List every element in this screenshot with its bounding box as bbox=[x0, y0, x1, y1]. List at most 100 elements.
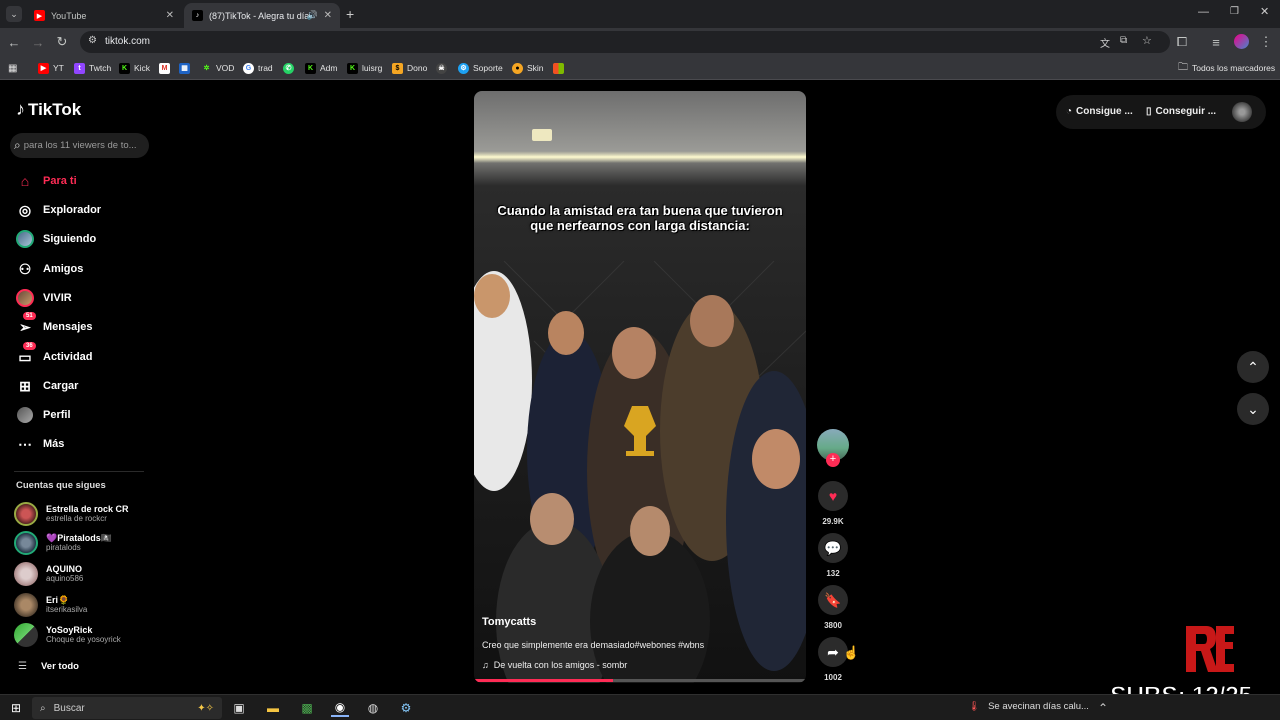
heart-icon: ♥ bbox=[818, 481, 848, 511]
tiktok-logo[interactable]: ♪ TikTok bbox=[16, 99, 81, 120]
taskbar-search[interactable]: ⌕ Buscar ✦✧ bbox=[32, 697, 222, 719]
translate-icon[interactable]: 文 bbox=[1100, 35, 1110, 50]
bookmark-trad[interactable]: Gtrad bbox=[243, 61, 273, 75]
creator-avatar[interactable]: + bbox=[817, 429, 849, 467]
bookmark-star-icon[interactable]: ☆ bbox=[1142, 34, 1152, 47]
comment-button[interactable]: 💬 132 bbox=[817, 533, 849, 578]
video-music[interactable]: ♫ De vuelta con los amigos - sombr bbox=[482, 660, 627, 670]
nav-explorador[interactable]: ◎ Explorador bbox=[16, 200, 101, 220]
like-count: 29.9K bbox=[822, 517, 844, 526]
next-video-button[interactable]: ⌄ bbox=[1237, 393, 1269, 425]
phone-icon: ▯ bbox=[1146, 106, 1152, 117]
video-progress-bar[interactable] bbox=[474, 679, 806, 682]
bookmark-skin[interactable]: ● Skin bbox=[512, 61, 544, 75]
thermometer-icon: 🌡 bbox=[968, 701, 981, 712]
follow-plus-icon[interactable]: + bbox=[826, 453, 840, 467]
nav-amigos[interactable]: ⚇ Amigos bbox=[16, 259, 84, 279]
windows-start-icon[interactable]: ⊞ bbox=[7, 699, 25, 717]
install-icon[interactable]: ⧉ bbox=[1120, 35, 1127, 46]
nav-mensajes[interactable]: ➢ 51 Mensajes bbox=[16, 312, 93, 337]
account-item[interactable]: Estrella de rock CR estrella de rockcr bbox=[14, 500, 129, 528]
nav-para-ti[interactable]: ⌂ Para ti bbox=[16, 171, 77, 191]
bookmark-kick[interactable]: K Kick bbox=[119, 61, 150, 75]
search-bar[interactable]: ⌕ bbox=[10, 133, 149, 158]
obs-icon[interactable]: ◍ bbox=[364, 699, 382, 717]
account-item[interactable]: 💜Piratalods🏴‍☠️ piratalods bbox=[14, 529, 112, 557]
close-icon[interactable]: ✕ bbox=[166, 10, 174, 21]
minimize-button[interactable]: — bbox=[1198, 6, 1209, 18]
forward-icon[interactable]: → bbox=[30, 34, 46, 50]
nav-mas[interactable]: ⋯ Más bbox=[16, 434, 64, 454]
nav-perfil[interactable]: Perfil bbox=[16, 405, 71, 425]
account-item[interactable]: YoSoyRick Choque de yosoyrick bbox=[14, 621, 121, 649]
bookmark-adm[interactable]: K Adm bbox=[305, 61, 337, 75]
profile-avatar[interactable] bbox=[1234, 34, 1249, 49]
bookmark-luisrg[interactable]: Kluisrg bbox=[347, 61, 382, 75]
bookmark-soporte[interactable]: ⚙ Soporte bbox=[458, 61, 503, 75]
media-icon[interactable]: ≡ bbox=[1208, 34, 1224, 50]
like-button[interactable]: ♥ 29.9K bbox=[817, 481, 849, 526]
file-explorer-icon[interactable]: ▬ bbox=[264, 699, 282, 717]
speaker-icon[interactable]: 🔊 bbox=[307, 10, 318, 21]
steam-icon[interactable]: ⚙ bbox=[397, 699, 415, 717]
task-view-icon[interactable]: ▣ bbox=[230, 699, 248, 717]
friends-icon: ⚇ bbox=[18, 260, 32, 277]
tab-youtube[interactable]: ▶ YouTube ✕ bbox=[26, 3, 182, 28]
get-app-button[interactable]: ▯ Conseguir ... bbox=[1146, 106, 1216, 117]
all-bookmarks[interactable]: 🗀 Todos los marcadores bbox=[1178, 61, 1275, 75]
bookmark-dono[interactable]: $ Dono bbox=[392, 61, 427, 75]
music-note-icon: ♫ bbox=[482, 660, 489, 670]
tab-title: (87)TikTok - Alegra tu día bbox=[209, 10, 310, 21]
minecraft-icon[interactable]: ▩ bbox=[298, 699, 316, 717]
nav-cargar[interactable]: ⊞ Cargar bbox=[16, 376, 78, 396]
close-icon[interactable]: ✕ bbox=[324, 10, 332, 21]
extension-bookmark-icon[interactable]: ☠ bbox=[436, 61, 451, 75]
reload-icon[interactable]: ↻ bbox=[54, 34, 70, 50]
chevron-down-icon: ⌄ bbox=[1247, 400, 1259, 417]
see-all-link[interactable]: ☰ Ver todo bbox=[18, 652, 79, 680]
whatsapp-icon[interactable]: ✆ bbox=[283, 61, 298, 75]
url-bar[interactable]: ⚙ tiktok.com 文 ⧉ ☆ bbox=[80, 31, 1170, 53]
back-icon[interactable]: ← bbox=[6, 34, 22, 50]
get-coins-button[interactable]: ◔ Consigue ... bbox=[1066, 106, 1133, 117]
grid-app-icon[interactable]: ▦ bbox=[179, 61, 194, 75]
avatar bbox=[14, 562, 38, 586]
bookmark-yt[interactable]: ▶ YT bbox=[38, 61, 64, 75]
restore-button[interactable]: ❐ bbox=[1230, 6, 1239, 17]
nav-actividad[interactable]: ▭ 36 Actividad bbox=[16, 342, 93, 367]
user-avatar[interactable] bbox=[1232, 102, 1252, 122]
video-overlay-text: Cuando la amistad era tan buena que tuvi… bbox=[497, 203, 783, 233]
apps-icon[interactable]: ▦ bbox=[8, 61, 17, 75]
video-player[interactable]: Cuando la amistad era tan buena que tuvi… bbox=[474, 91, 806, 683]
nav-vivir[interactable]: VIVIR bbox=[16, 288, 72, 308]
top-right-actions: ◔ Consigue ... ▯ Conseguir ... bbox=[1056, 95, 1266, 129]
twitch-icon: t bbox=[74, 62, 85, 74]
share-count: 1002 bbox=[824, 673, 842, 682]
menu-icon[interactable]: ⋮ bbox=[1258, 34, 1274, 50]
address-bar-row: ← → ↻ ⚙ tiktok.com 文 ⧉ ☆ ⧠ ≡ ⋮ bbox=[0, 28, 1280, 56]
new-tab-button[interactable]: + bbox=[346, 6, 354, 22]
video-author[interactable]: Tomycatts bbox=[482, 616, 536, 628]
previous-video-button[interactable]: ⌃ bbox=[1237, 351, 1269, 383]
weather-widget[interactable]: 🌡 Se avecinan días calu... bbox=[968, 701, 1089, 712]
tray-chevron-icon[interactable]: ⌃ bbox=[1094, 699, 1112, 717]
chrome-icon[interactable]: ◉ bbox=[331, 699, 349, 717]
tab-list-icon[interactable]: ⌄ bbox=[6, 6, 22, 22]
youtube-icon: ▶ bbox=[34, 10, 45, 21]
close-window-button[interactable]: ✕ bbox=[1260, 5, 1269, 18]
save-button[interactable]: 🔖 3800 bbox=[817, 585, 849, 630]
extensions-icon[interactable]: ⧠ bbox=[1174, 34, 1190, 50]
profile-icon bbox=[16, 406, 34, 424]
kick-icon: K bbox=[305, 62, 316, 74]
tab-tiktok[interactable]: ♪ (87)TikTok - Alegra tu día 🔊 ✕ bbox=[184, 3, 340, 28]
nav-siguiendo[interactable]: Siguiendo bbox=[16, 229, 96, 249]
site-info-icon[interactable]: ⚙ bbox=[88, 35, 97, 46]
account-item[interactable]: Eri🌻 itserikasilva bbox=[14, 591, 87, 619]
account-item[interactable]: AQUINO aquino586 bbox=[14, 560, 83, 588]
bookmark-vod[interactable]: ✲ VOD bbox=[201, 61, 235, 75]
gmail-icon[interactable]: M bbox=[159, 61, 174, 75]
search-input[interactable] bbox=[23, 140, 144, 151]
microsoft-icon[interactable] bbox=[553, 61, 568, 75]
avatar-icon bbox=[16, 230, 34, 248]
bookmark-twitch[interactable]: t Twtch bbox=[74, 61, 111, 75]
